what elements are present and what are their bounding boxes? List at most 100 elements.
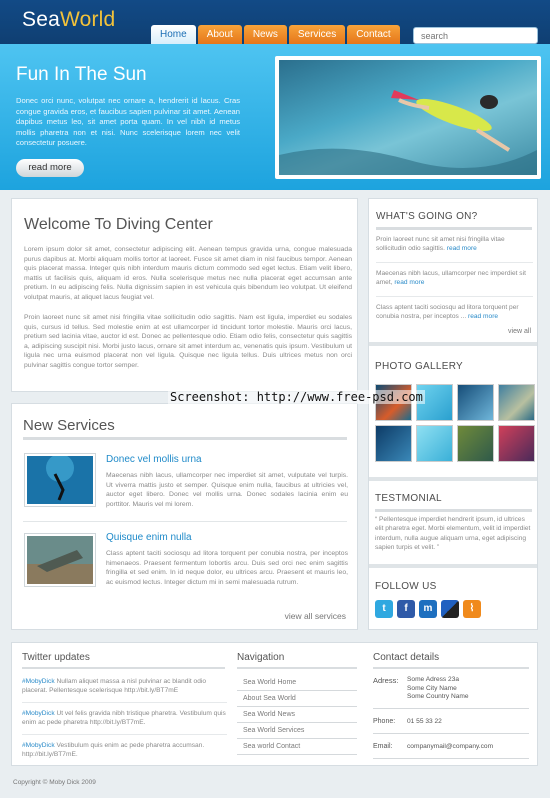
footer-nav-news[interactable]: Sea World News	[237, 707, 357, 723]
twitter-icon[interactable]: t	[375, 600, 393, 618]
tweet-user[interactable]: #MobyDick	[22, 742, 55, 749]
rss-icon[interactable]: ⌇	[463, 600, 481, 618]
divider	[237, 667, 357, 669]
tweet: #MobyDick Vestibulum quis enim ac pede p…	[22, 741, 227, 759]
main-nav: Home About News Services Contact	[151, 25, 402, 44]
service-title-1[interactable]: Donec vel mollis urna	[106, 454, 202, 465]
section-band	[369, 342, 537, 346]
divider	[375, 509, 532, 512]
news-read-more-link[interactable]: read more	[447, 245, 477, 252]
address-lines: Some Adress 23a Some City Name Some Coun…	[407, 676, 469, 702]
view-all-services-link[interactable]: view all services	[285, 611, 346, 621]
services-panel: New Services Donec vel mollis urna Maece…	[11, 403, 358, 630]
tweet-user[interactable]: #MobyDick	[22, 710, 55, 717]
navigation-title: Navigation	[237, 652, 285, 663]
news-item: Class aptent taciti sociosqu ad litora t…	[376, 303, 533, 322]
wreck-thumbnail-icon	[27, 536, 93, 584]
footer-nav-home[interactable]: Sea World Home	[237, 675, 357, 691]
myspace-icon[interactable]: m	[419, 600, 437, 618]
view-all-news-link[interactable]: view all	[508, 328, 531, 335]
divider	[373, 667, 529, 669]
tweet-text: Vestibulum quis enim ac pede pharetra ac…	[54, 742, 205, 749]
contact-title: Contact details	[373, 652, 440, 663]
site-logo[interactable]: SeaWorld	[22, 8, 115, 32]
search-input[interactable]	[413, 27, 538, 44]
divider	[376, 295, 533, 297]
social-icons: t f m ⌇	[375, 600, 481, 618]
news-item: Proin laoreet nunc sit amet nisi fringil…	[376, 235, 533, 254]
gallery-thumb-anemone[interactable]	[498, 425, 535, 462]
whats-going-on-title: WHAT'S GOING ON?	[376, 211, 478, 222]
phone-label: Phone:	[373, 717, 396, 725]
copyright-text: Copyright © Moby Dick 2009	[13, 779, 96, 786]
tweet: #MobyDick Ut vel felis gravida nibh tris…	[22, 709, 227, 727]
email-value[interactable]: companymail@company.com	[407, 743, 493, 750]
service-divider	[23, 521, 347, 522]
gallery-thumb-shark[interactable]	[375, 425, 412, 462]
welcome-panel: Welcome To Diving Center Lorem ipsum dol…	[11, 198, 358, 392]
gallery-thumb-coral[interactable]	[498, 384, 535, 421]
welcome-title: Welcome To Diving Center	[24, 216, 213, 233]
gallery-thumb-reef[interactable]	[457, 425, 494, 462]
tweet-link[interactable]: http://bit.ly/BT7mE	[124, 687, 178, 694]
logo-sea: Sea	[22, 8, 60, 31]
gallery-thumb-ray[interactable]	[457, 384, 494, 421]
section-band	[369, 564, 537, 568]
footer-nav-contact[interactable]: Sea world Contact	[237, 739, 357, 755]
service-image-diver[interactable]	[24, 453, 96, 507]
service-image-wreck[interactable]	[24, 533, 96, 587]
tweet-link[interactable]: http://bit.ly/BT7mE.	[22, 751, 78, 758]
news-text: Proin laoreet nunc sit amet nisi fringil…	[376, 236, 505, 253]
tweet: #MobyDick Nullam aliquet massa a nisl pu…	[22, 677, 227, 695]
diver-photo	[279, 60, 537, 175]
hero-text: Donec orci nunc, volutpat nec ornare a, …	[16, 96, 240, 147]
divider	[376, 227, 532, 230]
welcome-paragraph-1: Lorem ipsum dolor sit amet, consectetur …	[24, 246, 352, 301]
tweet-link[interactable]: http://bit.ly/BT7mE.	[90, 719, 146, 726]
photo-gallery-title: PHOTO GALLERY	[375, 361, 464, 372]
service-text-1: Maecenas nibh lacus, ullamcorper nec imp…	[106, 472, 348, 508]
footer-nav: Sea World Home About Sea World Sea World…	[237, 675, 357, 755]
nav-home[interactable]: Home	[151, 25, 196, 44]
nav-about[interactable]: About	[197, 25, 242, 44]
read-more-button[interactable]: read more	[16, 159, 84, 177]
news-item: Maecenas nibh lacus, ullamcorper nec imp…	[376, 269, 533, 288]
delicious-icon[interactable]	[441, 600, 459, 618]
watermark-text: Screenshot: http://www.free-psd.com	[168, 390, 425, 404]
welcome-paragraph-2: Proin laoreet nunc sit amet nisi fringil…	[24, 314, 352, 369]
logo-world: World	[59, 8, 116, 31]
service-text-2: Class aptent taciti sociosqu ad litora t…	[106, 550, 348, 586]
nav-news[interactable]: News	[243, 25, 287, 44]
news-list: Proin laoreet nunc sit amet nisi fringil…	[376, 235, 533, 321]
divider	[22, 734, 227, 735]
email-label: Email:	[373, 742, 393, 750]
news-read-more-link[interactable]: read more	[468, 313, 498, 320]
testimonial-title: TESTMONIAL	[375, 493, 442, 504]
contact-address-row: Adress: Some Adress 23a Some City Name S…	[373, 676, 529, 709]
testimonial-text: “ Pellentesque imperdiet hendrerit ipsum…	[375, 516, 531, 552]
tweet-user[interactable]: #MobyDick	[22, 678, 55, 685]
section-band	[369, 477, 537, 481]
news-read-more-link[interactable]: read more	[394, 279, 424, 286]
address-line: Some Country Name	[407, 693, 469, 700]
gallery-thumb-sea[interactable]	[416, 425, 453, 462]
hero-banner: Fun In The Sun Donec orci nunc, volutpat…	[0, 44, 550, 190]
service-title-2[interactable]: Quisque enim nulla	[106, 532, 192, 543]
footer-nav-about[interactable]: About Sea World	[237, 691, 357, 707]
facebook-icon[interactable]: f	[397, 600, 415, 618]
nav-services[interactable]: Services	[288, 25, 346, 44]
divider	[22, 667, 225, 669]
twitter-title: Twitter updates	[22, 652, 90, 663]
nav-contact[interactable]: Contact	[347, 25, 400, 44]
footer-panel: Twitter updates #MobyDick Nullam aliquet…	[11, 642, 538, 766]
divider	[22, 702, 227, 703]
footer-nav-services[interactable]: Sea World Services	[237, 723, 357, 739]
follow-us-title: FOLLOW US	[375, 581, 437, 592]
address-label: Adress:	[373, 676, 399, 685]
divider	[376, 261, 533, 263]
hero-photo-frame	[275, 56, 541, 179]
address-line: Some Adress 23a	[407, 676, 460, 683]
divider	[23, 437, 347, 440]
hero-title: Fun In The Sun	[16, 64, 147, 85]
contact-details: Adress: Some Adress 23a Some City Name S…	[373, 676, 529, 759]
